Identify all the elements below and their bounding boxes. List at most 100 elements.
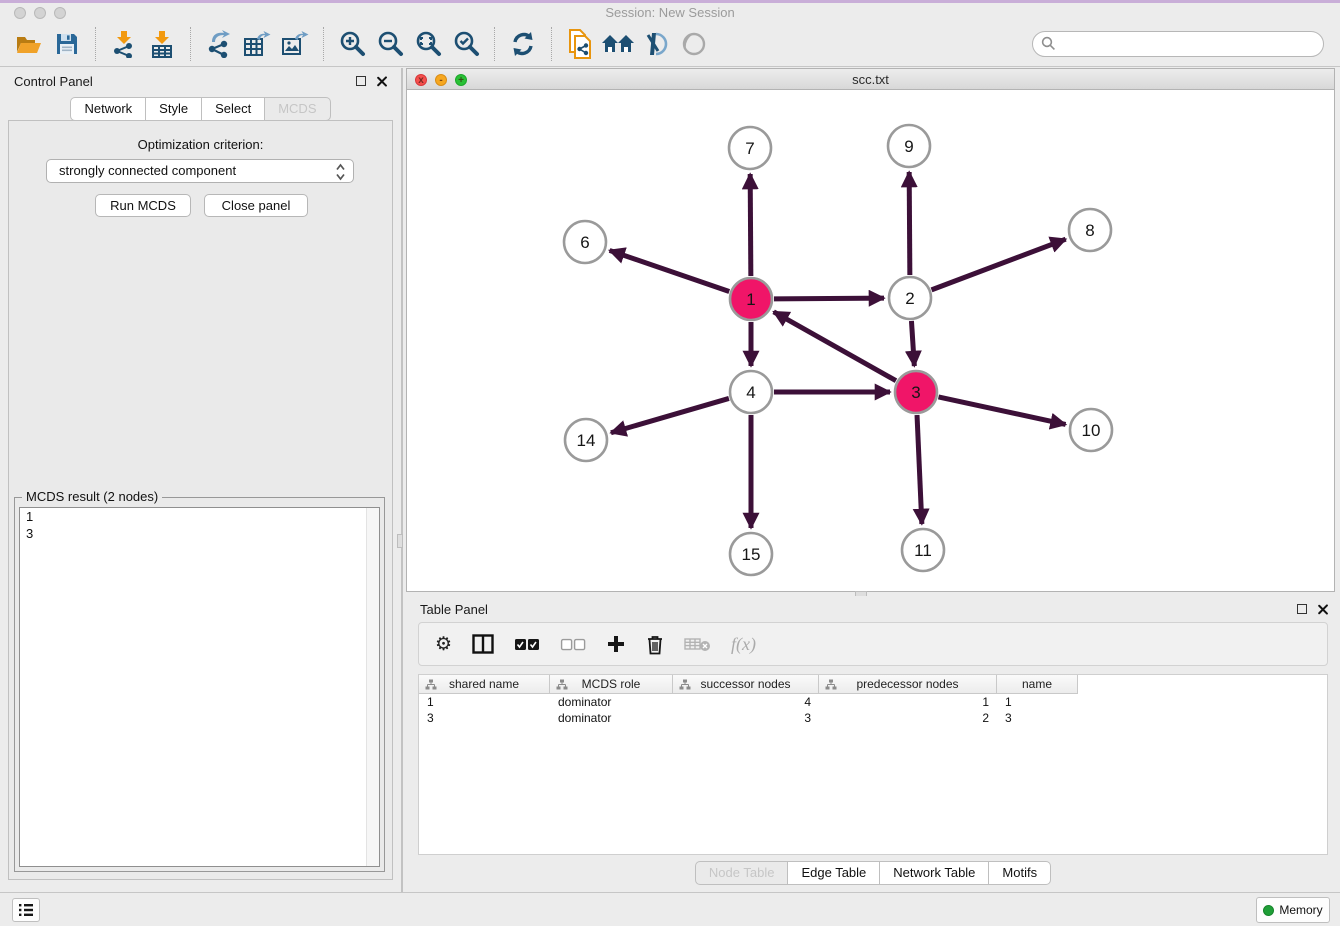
graph-edge-2-9[interactable] xyxy=(909,172,910,275)
save-icon xyxy=(55,32,79,56)
close-panel-button[interactable]: Close panel xyxy=(204,194,308,217)
graph-edge-4-14[interactable] xyxy=(611,398,729,432)
home-button[interactable] xyxy=(599,26,637,62)
column-header-predecessor-nodes[interactable]: predecessor nodes xyxy=(819,675,997,694)
import-table-button[interactable] xyxy=(143,26,181,62)
clone-network-icon xyxy=(567,29,593,59)
zoom-out-icon xyxy=(376,30,404,58)
graph-node-14[interactable]: 14 xyxy=(565,419,607,461)
tab-network[interactable]: Network xyxy=(70,97,146,121)
graph-edge-1-7[interactable] xyxy=(750,174,751,276)
table-row[interactable]: 1dominator411 xyxy=(419,694,1078,710)
table-cell[interactable]: 1 xyxy=(997,694,1078,710)
tab-motifs[interactable]: Motifs xyxy=(989,861,1051,885)
network-window-titlebar[interactable]: x - + scc.txt xyxy=(406,68,1335,90)
graph-node-2[interactable]: 2 xyxy=(889,277,931,319)
graph-edge-1-2[interactable] xyxy=(774,298,884,299)
toolbar-separator xyxy=(494,27,495,61)
table-cell[interactable]: 3 xyxy=(419,710,550,726)
columns-icon[interactable] xyxy=(472,634,494,654)
tab-style[interactable]: Style xyxy=(146,97,202,121)
graph-node-6[interactable]: 6 xyxy=(564,221,606,263)
clone-network-button[interactable] xyxy=(561,26,599,62)
deselect-all-icon[interactable] xyxy=(560,638,586,651)
tab-edge-table[interactable]: Edge Table xyxy=(788,861,880,885)
close-panel-icon[interactable] xyxy=(376,76,387,87)
table-row[interactable]: 3dominator323 xyxy=(419,710,1078,726)
tab-network-table[interactable]: Network Table xyxy=(880,861,989,885)
zoom-selected-button[interactable] xyxy=(447,26,485,62)
hide-button[interactable] xyxy=(637,26,675,62)
function-builder-icon[interactable]: f(x) xyxy=(731,634,756,655)
memory-label: Memory xyxy=(1279,903,1322,917)
table-cell[interactable]: 3 xyxy=(997,710,1078,726)
delete-column-icon[interactable] xyxy=(646,634,664,655)
eye-button[interactable] xyxy=(675,26,713,62)
graph-node-label: 4 xyxy=(746,383,755,402)
graph-edge-3-1[interactable] xyxy=(774,312,896,381)
column-header-MCDS-role[interactable]: MCDS role xyxy=(550,675,673,694)
import-network-button[interactable] xyxy=(105,26,143,62)
graph-edge-2-8[interactable] xyxy=(932,239,1066,290)
memory-button[interactable]: Memory xyxy=(1256,897,1330,923)
graph-node-label: 10 xyxy=(1082,421,1101,440)
result-scrollbar[interactable] xyxy=(366,508,379,866)
tab-node-table[interactable]: Node Table xyxy=(695,861,789,885)
network-canvas[interactable]: 7 9 6 8 1 2 4 3 14 10 15 11 xyxy=(406,90,1335,592)
select-all-icon[interactable] xyxy=(514,638,540,651)
export-image-button[interactable] xyxy=(276,26,314,62)
graph-node-3[interactable]: 3 xyxy=(895,371,937,413)
export-table-button[interactable] xyxy=(238,26,276,62)
zoom-fit-button[interactable] xyxy=(409,26,447,62)
splitter-grip[interactable] xyxy=(397,534,403,548)
apply-layout-button[interactable] xyxy=(504,26,542,62)
float-panel-icon[interactable] xyxy=(356,76,366,86)
table-cell[interactable]: dominator xyxy=(550,694,673,710)
status-bar: Memory xyxy=(0,892,1340,926)
graph-edge-2-3[interactable] xyxy=(911,321,914,366)
table-cell[interactable]: dominator xyxy=(550,710,673,726)
search-input[interactable] xyxy=(1032,31,1324,57)
toolbar-separator xyxy=(95,27,96,61)
tab-select[interactable]: Select xyxy=(202,97,265,121)
column-header-successor-nodes[interactable]: successor nodes xyxy=(673,675,819,694)
table-cell[interactable]: 2 xyxy=(819,710,997,726)
column-label: MCDS role xyxy=(582,677,641,691)
table-cell[interactable]: 4 xyxy=(673,694,819,710)
optimization-criterion-select[interactable]: strongly connected component xyxy=(46,159,354,183)
save-session-button[interactable] xyxy=(48,26,86,62)
graph-edge-3-10[interactable] xyxy=(938,397,1065,425)
table-cell[interactable]: 1 xyxy=(819,694,997,710)
graph-node-10[interactable]: 10 xyxy=(1070,409,1112,451)
delete-table-icon[interactable] xyxy=(684,636,711,652)
graph-edge-3-11[interactable] xyxy=(917,415,922,524)
graph-edge-1-6[interactable] xyxy=(610,250,730,291)
run-mcds-button[interactable]: Run MCDS xyxy=(95,194,191,217)
float-table-panel-icon[interactable] xyxy=(1297,604,1307,614)
column-header-name[interactable]: name xyxy=(997,675,1078,694)
graph-node-4[interactable]: 4 xyxy=(730,371,772,413)
node-table[interactable]: shared name MCDS role successor nodesprede… xyxy=(418,674,1328,855)
graph-node-11[interactable]: 11 xyxy=(902,529,944,571)
close-table-panel-icon[interactable] xyxy=(1317,604,1328,615)
column-type-icon xyxy=(679,679,691,690)
column-header-shared-name[interactable]: shared name xyxy=(419,675,550,694)
graph-node-15[interactable]: 15 xyxy=(730,533,772,575)
task-history-button[interactable] xyxy=(12,898,40,922)
mcds-result-text[interactable]: 13 xyxy=(19,507,380,867)
zoom-in-button[interactable] xyxy=(333,26,371,62)
graph-node-8[interactable]: 8 xyxy=(1069,209,1111,251)
add-column-icon[interactable] xyxy=(606,634,626,654)
export-network-button[interactable] xyxy=(200,26,238,62)
graph-node-7[interactable]: 7 xyxy=(729,127,771,169)
zoom-out-button[interactable] xyxy=(371,26,409,62)
graph-node-1[interactable]: 1 xyxy=(730,278,772,320)
gear-icon[interactable]: ⚙ xyxy=(435,635,452,654)
open-session-button[interactable] xyxy=(10,26,48,62)
tab-mcds[interactable]: MCDS xyxy=(265,97,330,121)
table-header: shared name MCDS role successor nodesprede… xyxy=(419,675,1078,694)
table-cell[interactable]: 1 xyxy=(419,694,550,710)
graph-node-9[interactable]: 9 xyxy=(888,125,930,167)
graph-svg[interactable]: 7 9 6 8 1 2 4 3 14 10 15 11 xyxy=(407,90,1334,591)
table-cell[interactable]: 3 xyxy=(673,710,819,726)
